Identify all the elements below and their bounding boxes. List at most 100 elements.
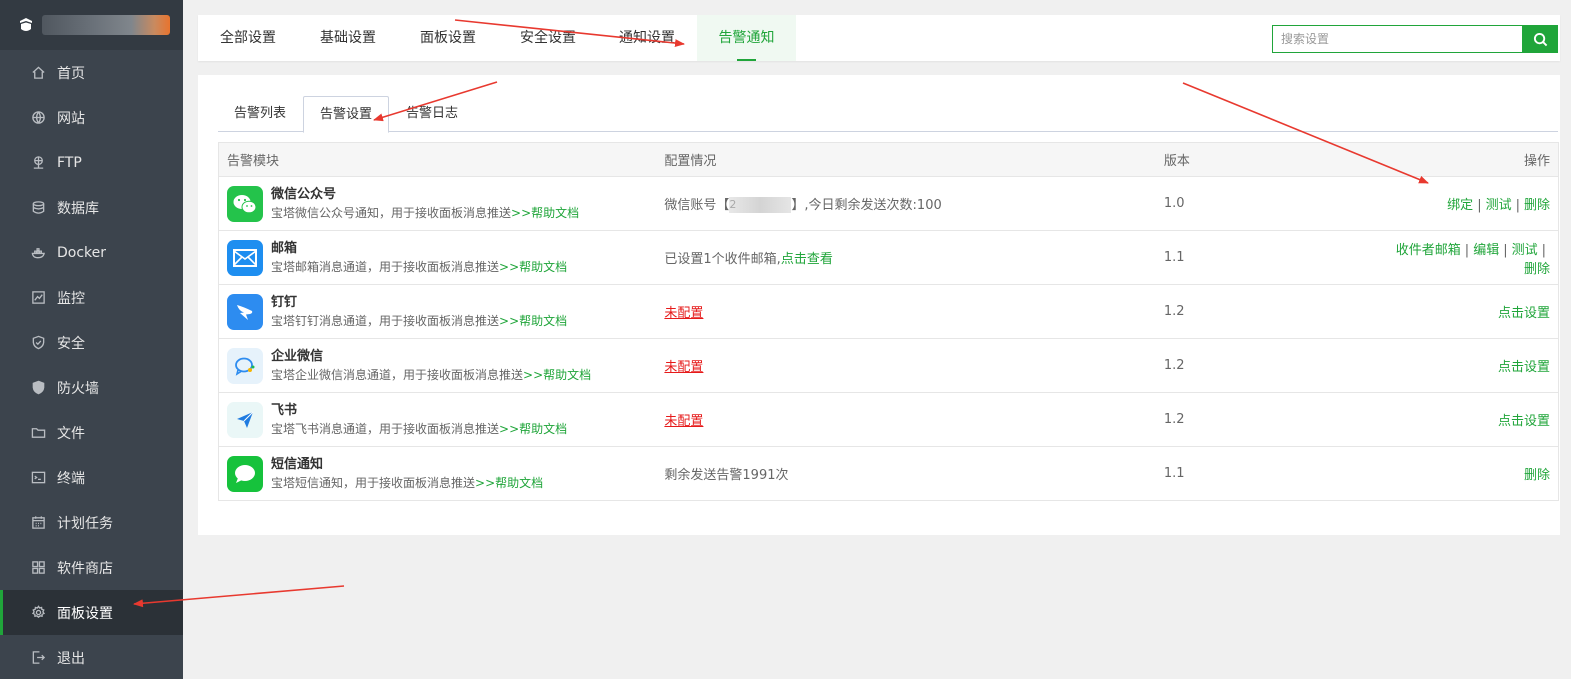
test-button[interactable]: 测试	[1486, 198, 1512, 213]
sidebar-item-database[interactable]: 数据库	[0, 185, 183, 230]
table-row-email: 邮箱 宝塔邮箱消息通道，用于接收面板消息推送>>帮助文档 已设置1个收件邮箱,点…	[218, 230, 1559, 285]
settings-search	[1272, 25, 1558, 53]
tab-alert-notification[interactable]: 告警通知	[697, 15, 796, 61]
module-title: 微信公众号	[271, 186, 337, 202]
database-icon	[30, 200, 46, 216]
tab-security-settings[interactable]: 安全设置	[498, 15, 598, 61]
unconfigured-link[interactable]: 未配置	[664, 360, 703, 375]
module-version: 1.2	[1155, 338, 1376, 393]
tab-alert-log[interactable]: 告警日志	[390, 96, 474, 132]
sidebar-item-terminal[interactable]: 终端	[0, 455, 183, 500]
unconfigured-link[interactable]: 未配置	[664, 414, 703, 429]
sidebar-item-website[interactable]: 网站	[0, 95, 183, 140]
module-version: 1.0	[1155, 176, 1376, 231]
sidebar-item-label: 计划任务	[57, 515, 113, 532]
sidebar-item-security[interactable]: 安全	[0, 320, 183, 365]
config-status: 微信账号【2 】,今日剩余发送次数:100	[656, 176, 1156, 231]
logo-icon	[20, 18, 32, 31]
configure-button[interactable]: 点击设置	[1498, 360, 1550, 375]
search-icon	[1533, 32, 1547, 46]
help-doc-link[interactable]: >>帮助文档	[523, 368, 591, 382]
sidebar-item-label: 防火墙	[57, 380, 99, 397]
module-title: 短信通知	[271, 456, 324, 472]
header-module: 告警模块	[218, 142, 657, 177]
sidebar-nav: 首页 网站 FTP 数据库 Docker 监控 安全 防火墙 文件 终端 计划任…	[0, 50, 183, 679]
shield-check-icon	[30, 335, 46, 351]
test-button[interactable]: 测试	[1512, 243, 1538, 258]
module-description: 宝塔邮箱消息通道，用于接收面板消息推送>>帮助文档	[271, 259, 568, 274]
table-row-feishu: 飞书 宝塔飞书消息通道，用于接收面板消息推送>>帮助文档 未配置 1.2 点击设…	[218, 392, 1559, 447]
logout-icon	[30, 650, 46, 666]
row-actions: 收件者邮箱 | 编辑 | 测试 |删除	[1375, 230, 1559, 285]
alert-module-table: 告警模块 配置情况 版本 操作 微信公众号 宝塔微信公众号通知，用于接收面板消息…	[218, 142, 1559, 501]
help-doc-link[interactable]: >>帮助文档	[511, 206, 579, 220]
sidebar-item-logout[interactable]: 退出	[0, 635, 183, 679]
sidebar-item-docker[interactable]: Docker	[0, 230, 183, 275]
sidebar-item-panel-settings[interactable]: 面板设置	[0, 590, 183, 635]
sidebar-item-label: FTP	[57, 154, 82, 171]
header-config: 配置情况	[656, 142, 1156, 177]
module-version: 1.2	[1155, 392, 1376, 447]
sidebar-item-label: 网站	[57, 110, 85, 127]
config-status: 未配置	[656, 338, 1156, 393]
module-title: 邮箱	[271, 240, 298, 256]
sidebar-item-cron[interactable]: 计划任务	[0, 500, 183, 545]
edit-button[interactable]: 编辑	[1473, 243, 1499, 258]
docker-icon	[30, 245, 46, 261]
calendar-icon	[30, 515, 46, 531]
sidebar: 1 首页 网站 FTP 数据库 Docker 监控 安全 防火墙 文件 终端 计…	[0, 0, 183, 679]
sidebar-item-label: 数据库	[57, 200, 99, 217]
module-description: 宝塔企业微信消息通道，用于接收面板消息推送>>帮助文档	[271, 367, 592, 382]
sidebar-item-monitor[interactable]: 监控	[0, 275, 183, 320]
config-status: 未配置	[656, 392, 1156, 447]
delete-button[interactable]: 删除	[1524, 262, 1550, 277]
tab-alert-settings[interactable]: 告警设置	[303, 96, 389, 133]
view-emails-link[interactable]: 点击查看	[781, 252, 833, 267]
search-input[interactable]	[1272, 25, 1522, 53]
sidebar-item-label: 安全	[57, 335, 85, 352]
config-status: 剩余发送告警1991次	[656, 446, 1156, 501]
sms-icon	[227, 455, 263, 492]
server-name: 1	[42, 15, 170, 35]
configure-button[interactable]: 点击设置	[1498, 414, 1550, 429]
tab-notification-settings[interactable]: 通知设置	[597, 15, 697, 61]
header-version: 版本	[1155, 142, 1376, 177]
alert-sub-tabs: 告警列表 告警设置 告警日志	[218, 96, 1558, 133]
module-description: 宝塔短信通知，用于接收面板消息推送>>帮助文档	[271, 475, 544, 490]
sidebar-item-appstore[interactable]: 软件商店	[0, 545, 183, 590]
tab-all-settings[interactable]: 全部设置	[198, 15, 298, 61]
tab-alert-list[interactable]: 告警列表	[218, 96, 302, 132]
help-doc-link[interactable]: >>帮助文档	[499, 422, 567, 436]
wechat-icon	[227, 185, 263, 222]
help-doc-link[interactable]: >>帮助文档	[499, 314, 567, 328]
recipient-email-button[interactable]: 收件者邮箱	[1396, 243, 1461, 258]
sidebar-item-ftp[interactable]: FTP	[0, 140, 183, 185]
sidebar-item-home[interactable]: 首页	[0, 50, 183, 95]
sidebar-item-files[interactable]: 文件	[0, 410, 183, 455]
help-doc-link[interactable]: >>帮助文档	[475, 476, 543, 490]
header-actions: 操作	[1375, 142, 1559, 177]
row-actions: 点击设置	[1375, 284, 1559, 339]
firewall-icon	[30, 380, 46, 396]
feishu-icon	[227, 401, 263, 438]
bind-button[interactable]: 绑定	[1447, 198, 1473, 213]
dingtalk-icon	[227, 293, 263, 330]
brand-bar: 1	[0, 0, 183, 50]
search-button[interactable]	[1522, 25, 1558, 53]
delete-button[interactable]: 删除	[1524, 198, 1550, 213]
configure-button[interactable]: 点击设置	[1498, 306, 1550, 321]
module-title: 企业微信	[271, 348, 324, 364]
help-doc-link[interactable]: >>帮助文档	[499, 260, 567, 274]
sidebar-item-firewall[interactable]: 防火墙	[0, 365, 183, 410]
ftp-icon	[30, 155, 46, 171]
delete-button[interactable]: 删除	[1524, 468, 1550, 483]
unconfigured-link[interactable]: 未配置	[664, 306, 703, 321]
folder-icon	[30, 425, 46, 441]
tab-basic-settings[interactable]: 基础设置	[298, 15, 398, 61]
module-description: 宝塔微信公众号通知，用于接收面板消息推送>>帮助文档	[271, 205, 580, 220]
sidebar-item-label: 首页	[57, 65, 85, 82]
gear-icon	[30, 605, 46, 621]
tab-panel-settings[interactable]: 面板设置	[398, 15, 498, 61]
apps-icon	[30, 560, 46, 576]
table-row-wechat: 微信公众号 宝塔微信公众号通知，用于接收面板消息推送>>帮助文档 微信账号【2】…	[218, 176, 1559, 231]
